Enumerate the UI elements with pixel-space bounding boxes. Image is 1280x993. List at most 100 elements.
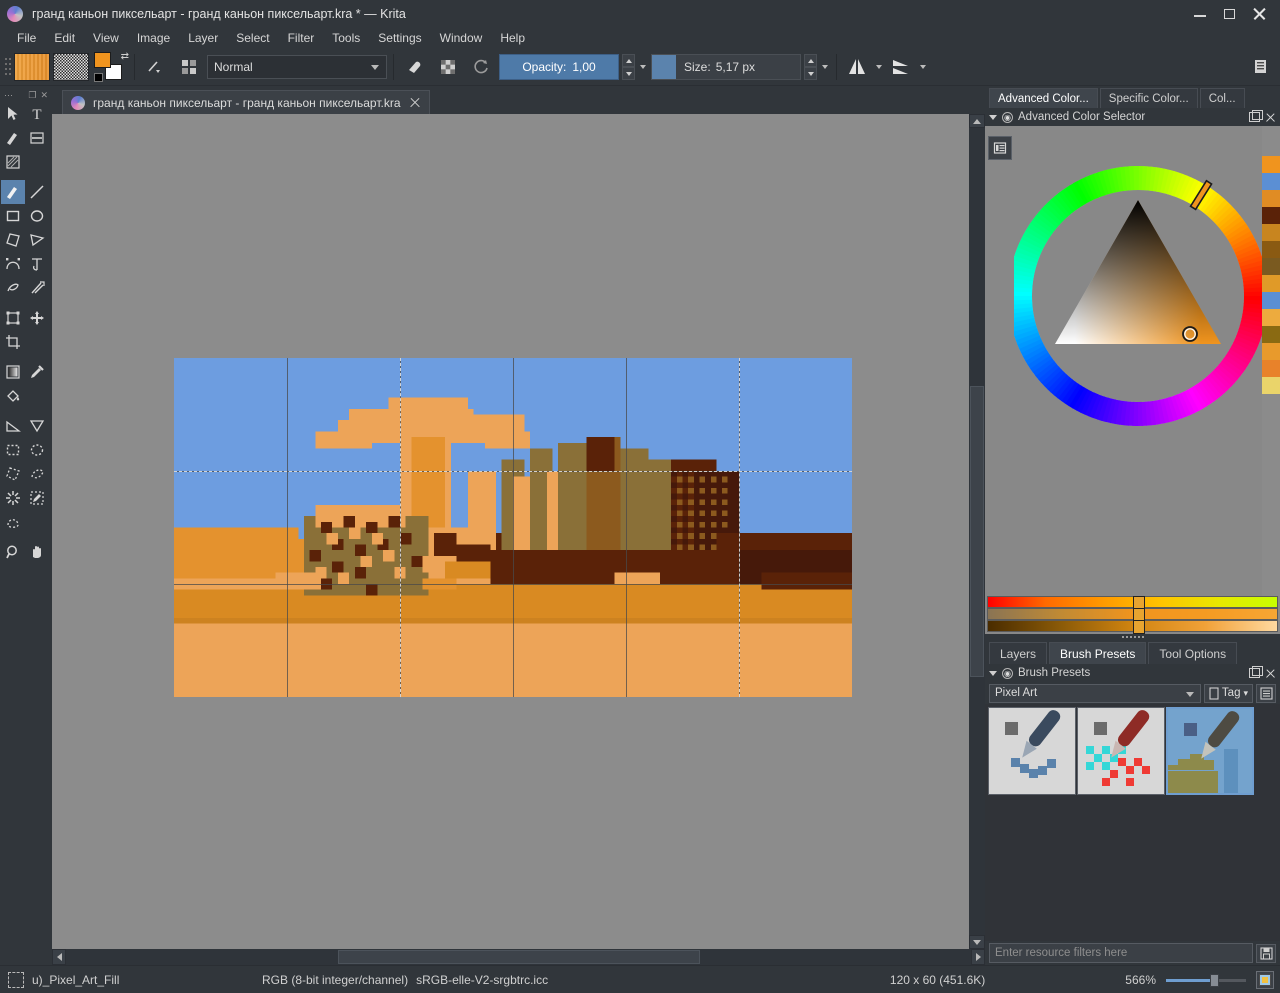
workspace-chooser-icon[interactable] <box>1246 53 1276 81</box>
tool-shape-select[interactable] <box>1 102 25 126</box>
zoom-slider[interactable] <box>1166 973 1246 987</box>
brush-presets-popup-icon[interactable] <box>174 53 204 81</box>
tool-magic-wand-selection[interactable] <box>1 486 25 510</box>
hscroll-track[interactable] <box>66 949 971 965</box>
collapse-icon[interactable] <box>989 670 997 676</box>
menu-view[interactable]: View <box>84 29 128 47</box>
opacity-stepper[interactable] <box>622 53 635 80</box>
menu-edit[interactable]: Edit <box>45 29 84 47</box>
vscroll-thumb[interactable] <box>970 386 984 677</box>
tool-polyline[interactable] <box>25 228 49 252</box>
collapse-icon[interactable] <box>989 114 997 120</box>
mirror-horizontal-icon[interactable] <box>843 53 871 81</box>
canvas-horizontal-scrollbar[interactable] <box>52 949 985 965</box>
menu-window[interactable]: Window <box>431 29 492 47</box>
color-history-swatch[interactable] <box>1262 190 1280 207</box>
scroll-right-arrow[interactable] <box>971 949 985 965</box>
tool-transform[interactable] <box>1 306 25 330</box>
mirror-vertical-icon[interactable] <box>887 53 915 81</box>
resource-filter-input[interactable] <box>989 943 1253 963</box>
toolbox-close-icon[interactable]: ✕ <box>40 90 48 101</box>
tab-layers[interactable]: Layers <box>989 642 1048 664</box>
tool-assistant[interactable] <box>25 414 49 438</box>
menu-image[interactable]: Image <box>128 29 179 47</box>
color-history-swatch[interactable] <box>1262 292 1280 309</box>
close-icon[interactable] <box>1252 6 1268 22</box>
tab-brush-presets[interactable]: Brush Presets <box>1049 642 1147 664</box>
canvas-view[interactable] <box>52 114 969 949</box>
mirror-horizontal-arrow[interactable] <box>874 54 884 80</box>
tool-rectangle[interactable] <box>1 204 25 228</box>
minimize-icon[interactable] <box>1192 6 1208 22</box>
tool-dynamic-brush[interactable] <box>1 276 25 300</box>
tool-bezier-selection[interactable] <box>1 510 25 534</box>
menu-filter[interactable]: Filter <box>279 29 324 47</box>
vscroll-track[interactable] <box>969 128 985 935</box>
menu-select[interactable]: Select <box>227 29 278 47</box>
color-wheel-area[interactable] <box>1014 126 1262 596</box>
tool-color-picker[interactable] <box>25 360 49 384</box>
mirror-vertical-arrow[interactable] <box>918 54 928 80</box>
artboard[interactable] <box>174 358 852 697</box>
tag-filter-combo[interactable]: Pixel Art <box>989 683 1201 703</box>
close-dock-icon[interactable] <box>1265 668 1276 679</box>
float-dock-icon[interactable] <box>1249 110 1263 122</box>
opacity-options-arrow[interactable] <box>638 54 648 80</box>
tool-text[interactable]: T <box>25 102 49 126</box>
opacity-slider[interactable]: Opacity: 1,00 <box>499 53 619 80</box>
tag-button[interactable]: Tag ▾ <box>1203 683 1253 703</box>
tool-elliptical-selection[interactable] <box>25 438 49 462</box>
tool-freehand-selection[interactable] <box>25 462 49 486</box>
brush-size-stepper[interactable] <box>804 53 817 80</box>
menu-file[interactable]: File <box>8 29 45 47</box>
tab-advanced-color-selector[interactable]: Advanced Color... <box>989 88 1098 108</box>
fit-canvas-icon[interactable] <box>1256 970 1274 989</box>
menu-layer[interactable]: Layer <box>179 29 227 47</box>
tool-gradient-fill[interactable] <box>1 360 25 384</box>
color-history-swatch[interactable] <box>1262 156 1280 173</box>
saturation-slider[interactable] <box>987 608 1278 622</box>
brush-preset-thumbnail[interactable] <box>1077 707 1165 795</box>
maximize-icon[interactable] <box>1222 6 1238 22</box>
color-history-swatch[interactable] <box>1262 309 1280 326</box>
menu-tools[interactable]: Tools <box>323 29 369 47</box>
toolbox-float-icon[interactable]: ❐ <box>28 90 36 101</box>
document-tab[interactable]: гранд каньон пиксельарт - гранд каньон п… <box>62 90 430 114</box>
color-history-swatch[interactable] <box>1262 258 1280 275</box>
blending-mode-combo[interactable]: Normal <box>207 54 387 79</box>
hscroll-thumb[interactable] <box>337 950 700 964</box>
tool-polygon[interactable] <box>1 228 25 252</box>
foreground-background-color[interactable]: ⇄ <box>94 51 129 82</box>
float-dock-icon[interactable] <box>1249 666 1263 678</box>
color-history-swatch[interactable] <box>1262 241 1280 258</box>
preserve-alpha-icon[interactable] <box>433 53 463 81</box>
eraser-icon[interactable] <box>400 53 430 81</box>
tool-rectangular-selection[interactable] <box>1 438 25 462</box>
pattern-swatch[interactable] <box>53 52 89 81</box>
tab-specific-color-selector[interactable]: Specific Color... <box>1099 88 1198 108</box>
color-history-swatch[interactable] <box>1262 275 1280 292</box>
color-history-swatch[interactable] <box>1262 326 1280 343</box>
tab-tool-options[interactable]: Tool Options <box>1148 642 1238 664</box>
menu-help[interactable]: Help <box>491 29 534 47</box>
tool-similar-color-selection[interactable] <box>25 486 49 510</box>
brush-preset-thumbnail[interactable] <box>988 707 1076 795</box>
canvas-vertical-scrollbar[interactable] <box>969 114 985 949</box>
color-history-swatch[interactable] <box>1262 207 1280 224</box>
tool-crop[interactable] <box>1 330 25 354</box>
tool-line[interactable] <box>25 180 49 204</box>
toolbar-grip[interactable] <box>4 54 11 80</box>
preset-view-options-icon[interactable] <box>1256 683 1276 703</box>
tool-pan[interactable] <box>25 540 49 564</box>
tool-zoom[interactable] <box>1 540 25 564</box>
brush-editor-icon[interactable] <box>141 53 171 81</box>
scroll-left-arrow[interactable] <box>52 949 66 965</box>
tool-edit-shapes[interactable] <box>1 126 25 150</box>
close-dock-icon[interactable] <box>1265 112 1276 123</box>
gradient-swatch[interactable] <box>14 52 50 81</box>
reload-preset-icon[interactable] <box>466 53 496 81</box>
color-history-swatch[interactable] <box>1262 343 1280 360</box>
size-options-arrow[interactable] <box>820 54 830 80</box>
brush-preset-thumbnail[interactable] <box>1166 707 1254 795</box>
color-history-swatch[interactable] <box>1262 224 1280 241</box>
